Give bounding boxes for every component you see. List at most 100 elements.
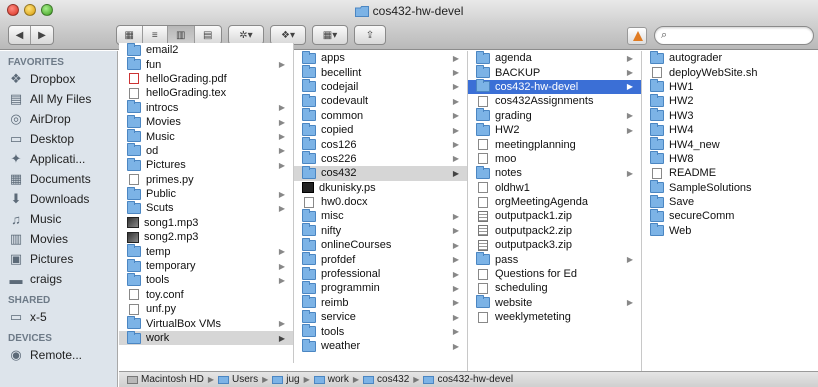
file-row[interactable]: email2 <box>119 43 293 57</box>
file-row[interactable]: cos432 ▶ <box>294 165 467 181</box>
file-row[interactable]: apps ▶ <box>294 51 467 65</box>
file-row[interactable]: onlineCourses ▶ <box>294 237 467 252</box>
file-row[interactable]: common ▶ <box>294 108 467 123</box>
file-row[interactable]: tools ▶ <box>119 272 293 287</box>
path-crumb[interactable]: work <box>313 374 349 385</box>
file-row[interactable]: introcs ▶ <box>119 100 293 115</box>
file-row[interactable]: HW4_new <box>642 137 818 151</box>
file-row[interactable]: temporary ▶ <box>119 258 293 273</box>
file-row[interactable]: Movies ▶ <box>119 114 293 129</box>
file-row[interactable]: song1.mp3 <box>119 216 293 230</box>
file-row[interactable]: HW8 <box>642 151 818 166</box>
column-home[interactable]: email2 fun ▶ helloGrading.pdf helloGrading.t… <box>119 43 294 363</box>
sidebar-item-favorites-6[interactable]: ⬇ Downloads <box>0 189 117 209</box>
list-view-button[interactable]: ≡ <box>143 26 169 44</box>
file-row[interactable]: HW3 <box>642 108 818 123</box>
file-row[interactable]: cos432-hw-devel ▶ <box>468 79 641 95</box>
file-row[interactable]: work ▶ <box>119 330 293 346</box>
file-row[interactable]: Public ▶ <box>119 186 293 201</box>
file-row[interactable]: scheduling <box>468 281 641 295</box>
file-row[interactable]: hw0.docx <box>294 195 467 209</box>
action-menu-button[interactable]: ✲▾ <box>228 25 264 45</box>
sidebar-item-devices-0[interactable]: ◉ Remote... <box>0 345 117 365</box>
file-row[interactable]: notes ▶ <box>468 165 641 180</box>
file-row[interactable]: moo <box>468 152 641 166</box>
path-crumb[interactable]: Users <box>217 374 258 385</box>
file-row[interactable]: toy.conf <box>119 288 293 302</box>
file-row[interactable]: cos126 ▶ <box>294 137 467 151</box>
file-row[interactable]: song2.mp3 <box>119 230 293 244</box>
file-row[interactable]: programmin ▶ <box>294 280 467 295</box>
file-row[interactable]: misc ▶ <box>294 208 467 223</box>
file-row[interactable]: nifty ▶ <box>294 223 467 238</box>
file-row[interactable]: unf.py <box>119 302 293 316</box>
path-crumb[interactable]: cos432 <box>363 374 409 385</box>
file-row[interactable]: weather ▶ <box>294 338 467 353</box>
vlc-app-icon[interactable] <box>627 27 647 45</box>
sidebar-item-favorites-9[interactable]: ▣ Pictures <box>0 249 117 269</box>
file-row[interactable]: becellint ▶ <box>294 65 467 79</box>
file-row[interactable]: copied ▶ <box>294 122 467 137</box>
file-row[interactable]: dkunisky.ps <box>294 181 467 195</box>
file-row[interactable]: Music ▶ <box>119 129 293 143</box>
forward-button[interactable]: ▶ <box>31 26 53 44</box>
file-row[interactable]: profdef ▶ <box>294 252 467 266</box>
file-row[interactable]: Scuts ▶ <box>119 200 293 215</box>
column-cos432-hw-devel[interactable]: autograder deployWebSite.sh HW1 HW2 HW3 HW4 HW… <box>642 51 818 371</box>
file-row[interactable]: tools ▶ <box>294 324 467 338</box>
sidebar-item-favorites-7[interactable]: ♫ Music <box>0 209 117 229</box>
file-row[interactable]: service ▶ <box>294 309 467 324</box>
file-row[interactable]: oldhw1 <box>468 181 641 195</box>
file-row[interactable]: codejail ▶ <box>294 79 467 94</box>
icon-view-button[interactable]: ▦ <box>117 26 143 44</box>
file-row[interactable]: helloGrading.pdf <box>119 72 293 86</box>
file-row[interactable]: README <box>642 166 818 180</box>
path-crumb[interactable]: cos432-hw-devel <box>423 374 513 385</box>
search-field[interactable]: ⌕ <box>654 26 814 45</box>
file-row[interactable]: SampleSolutions <box>642 180 818 195</box>
column-work[interactable]: apps ▶ becellint ▶ codejail ▶ codevault ▶ common… <box>294 51 468 371</box>
file-row[interactable]: HW2 ▶ <box>468 122 641 137</box>
file-row[interactable]: fun ▶ <box>119 57 293 71</box>
file-row[interactable]: VirtualBox VMs ▶ <box>119 316 293 330</box>
file-row[interactable]: grading ▶ <box>468 108 641 123</box>
file-row[interactable]: outputpack2.zip <box>468 224 641 238</box>
file-row[interactable]: outputpack3.zip <box>468 238 641 252</box>
file-row[interactable]: HW1 <box>642 79 818 94</box>
file-row[interactable]: Web <box>642 223 818 238</box>
file-row[interactable]: HW2 <box>642 93 818 108</box>
file-row[interactable]: Pictures ▶ <box>119 157 293 172</box>
file-row[interactable]: HW4 <box>642 122 818 137</box>
arrange-menu-button[interactable]: ▦▾ <box>312 25 348 45</box>
file-row[interactable]: pass ▶ <box>468 252 641 266</box>
sidebar-item-favorites-3[interactable]: ▭ Desktop <box>0 129 117 149</box>
search-input[interactable] <box>675 28 805 43</box>
sidebar-item-favorites-0[interactable]: ❖ Dropbox <box>0 69 117 89</box>
file-row[interactable]: orgMeetingAgenda <box>468 195 641 209</box>
sidebar-item-favorites-1[interactable]: ▤ All My Files <box>0 89 117 109</box>
sidebar-item-favorites-2[interactable]: ◎ AirDrop <box>0 109 117 129</box>
cover-flow-button[interactable]: ▤ <box>195 26 221 44</box>
share-button[interactable]: ⇪ <box>354 25 386 45</box>
column-cos432[interactable]: agenda ▶ BACKUP ▶ cos432-hw-devel ▶ cos432Assi… <box>468 51 642 371</box>
file-row[interactable]: agenda ▶ <box>468 51 641 65</box>
file-row[interactable]: reimb ▶ <box>294 295 467 310</box>
column-view-button[interactable]: ▥ <box>168 26 195 44</box>
file-row[interactable]: meetingplanning <box>468 137 641 151</box>
file-row[interactable]: professional ▶ <box>294 266 467 281</box>
file-row[interactable]: deployWebSite.sh <box>642 65 818 79</box>
file-row[interactable]: primes.py <box>119 173 293 187</box>
back-button[interactable]: ◀ <box>9 26 32 44</box>
file-row[interactable]: cos432Assignments <box>468 94 641 108</box>
sidebar-item-favorites-10[interactable]: ▬ craigs <box>0 269 117 289</box>
sidebar-item-favorites-4[interactable]: ✦ Applicati... <box>0 149 117 169</box>
sidebar-item-shared-0[interactable]: ▭ x-5 <box>0 307 117 327</box>
path-crumb[interactable]: jug <box>272 374 300 385</box>
sidebar-item-favorites-5[interactable]: ▦ Documents <box>0 169 117 189</box>
dropbox-menu-button[interactable]: ❖▾ <box>270 25 306 45</box>
file-row[interactable]: helloGrading.tex <box>119 86 293 100</box>
file-row[interactable]: secureComm <box>642 208 818 223</box>
file-row[interactable]: cos226 ▶ <box>294 151 467 166</box>
file-row[interactable]: temp ▶ <box>119 244 293 258</box>
sidebar-item-favorites-8[interactable]: ▥ Movies <box>0 229 117 249</box>
